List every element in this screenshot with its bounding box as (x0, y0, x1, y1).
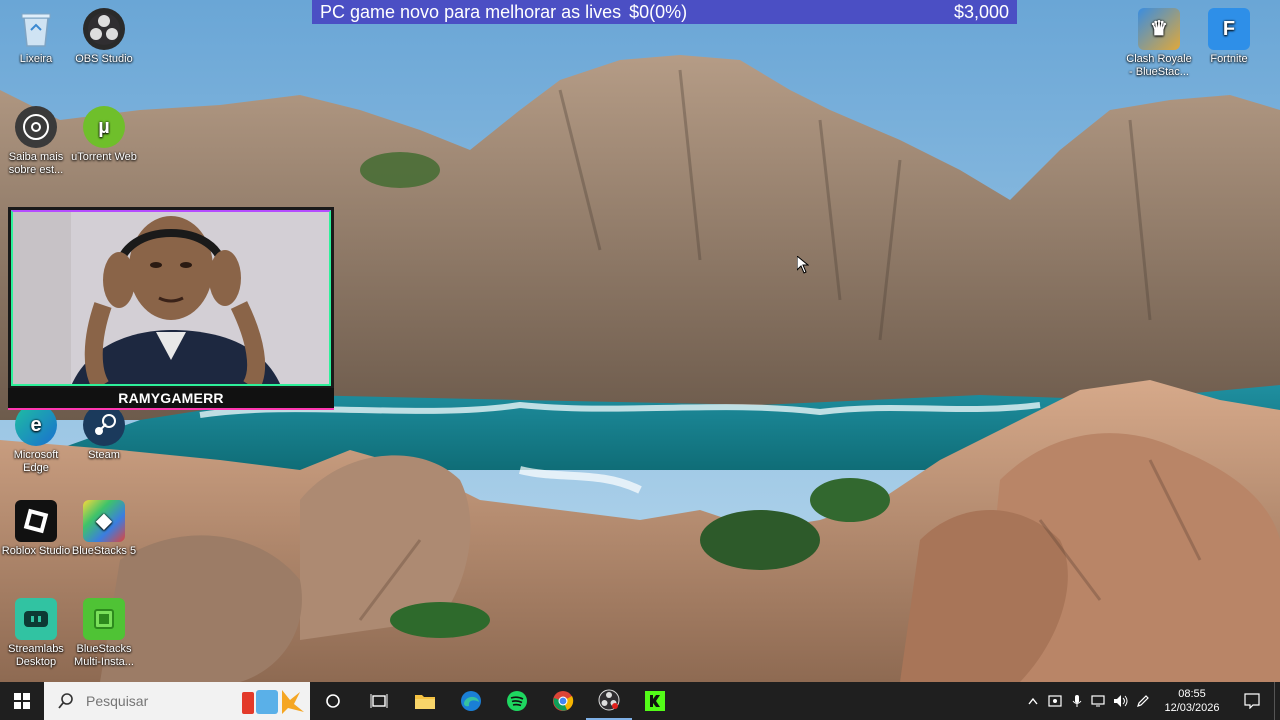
taskbar: 08:55 12/03/2026 (0, 682, 1280, 720)
steam-icon (83, 404, 125, 446)
start-button[interactable] (0, 682, 44, 720)
desktop-icon-edge[interactable]: e Microsoft Edge (0, 404, 72, 475)
taskbar-kick[interactable] (632, 682, 678, 720)
donation-goal-bar: PC game novo para melhorar as lives $0(0… (312, 0, 1017, 24)
desktop-icon-label: uTorrent Web (71, 151, 137, 163)
taskbar-clock[interactable]: 08:55 12/03/2026 (1154, 687, 1230, 715)
desktop-icon-label: Clash Royale - BlueStac... (1126, 53, 1192, 78)
recycle-bin-icon (15, 8, 57, 50)
search-highlight-icon (242, 690, 304, 714)
network-icon (1091, 695, 1105, 707)
show-desktop-button[interactable] (1274, 682, 1280, 720)
clock-time: 08:55 (1178, 688, 1206, 700)
clock-date: 12/03/2026 (1164, 702, 1220, 714)
tray-pen[interactable] (1132, 682, 1154, 720)
pen-icon (1137, 695, 1149, 707)
desktop-icon-bluestacks[interactable]: ◆ BlueStacks 5 (68, 500, 140, 558)
edge-icon: e (15, 404, 57, 446)
search-input[interactable] (84, 692, 208, 710)
desktop-icon-streamlabs[interactable]: Streamlabs Desktop (0, 598, 72, 669)
desktop-icon-label: Steam (88, 449, 120, 461)
webcam-video (8, 207, 334, 389)
streamlabs-icon (15, 598, 57, 640)
obs-icon (83, 8, 125, 50)
desktop-icon-steam[interactable]: Steam (68, 404, 140, 462)
bluestacks-icon: ◆ (83, 500, 125, 542)
taskbar-search-box[interactable] (44, 682, 310, 720)
search-icon (58, 693, 73, 709)
taskbar-chrome[interactable] (540, 682, 586, 720)
tray-volume[interactable] (1110, 682, 1132, 720)
chevron-up-icon (1028, 697, 1038, 705)
kick-icon (645, 691, 665, 711)
edge-icon (461, 691, 481, 711)
windows-icon (14, 693, 30, 709)
tray-network[interactable] (1088, 682, 1110, 720)
desktop-icon-learn-more[interactable]: Saiba mais sobre est... (0, 106, 72, 177)
learn-more-icon (15, 106, 57, 148)
spotify-icon (507, 691, 527, 711)
desktop-icon-roblox-studio[interactable]: Roblox Studio (0, 500, 72, 558)
webcam-overlay: RAMYGAMERR (8, 207, 334, 410)
desktop-icon-label: BlueStacks 5 (71, 545, 137, 557)
fortnite-icon: F (1208, 8, 1250, 50)
volume-icon (1114, 695, 1128, 707)
taskbar-edge[interactable] (448, 682, 494, 720)
taskbar-obs[interactable] (586, 682, 632, 720)
clash-royale-icon: ♛ (1138, 8, 1180, 50)
notification-center-button[interactable] (1230, 682, 1274, 720)
desktop-icon-label: Streamlabs Desktop (8, 643, 64, 668)
desktop-icon-clash-royale[interactable]: ♛ Clash Royale - BlueStac... (1123, 8, 1195, 79)
chrome-icon (553, 691, 574, 711)
taskbar-file-explorer[interactable] (402, 682, 448, 720)
goal-title: PC game novo para melhorar as lives (320, 1, 622, 22)
taskbar-spotify[interactable] (494, 682, 540, 720)
task-view-icon (370, 694, 388, 708)
streamer-figure (11, 210, 331, 386)
screen-capture-icon (1048, 695, 1062, 707)
goal-target: $3,000 (953, 1, 1009, 22)
task-view-button[interactable] (356, 682, 402, 720)
tray-overflow-button[interactable] (1022, 682, 1044, 720)
desktop-icon-label: Microsoft Edge (13, 449, 59, 474)
desktop-icon-label: BlueStacks Multi-Insta... (74, 643, 134, 668)
tray-microphone[interactable] (1066, 682, 1088, 720)
desktop-icon-label: Fortnite (1210, 53, 1248, 65)
goal-progress: $0(0%) (629, 1, 688, 22)
system-tray: 08:55 12/03/2026 (1022, 682, 1280, 720)
tray-capture[interactable] (1044, 682, 1066, 720)
desktop-icon-label: Roblox Studio (1, 545, 71, 557)
cortana-button[interactable] (310, 682, 356, 720)
bluestacks-multi-icon (83, 598, 125, 640)
streamer-name: RAMYGAMERR (8, 388, 334, 410)
notification-icon (1244, 693, 1260, 709)
desktop-icon-label: Lixeira (19, 53, 53, 65)
desktop-icon-label: OBS Studio (75, 53, 133, 65)
desktop-icon-fortnite[interactable]: F Fortnite (1193, 8, 1265, 66)
roblox-studio-icon (15, 500, 57, 542)
cortana-icon (326, 694, 340, 708)
desktop-icon-recycle-bin[interactable]: Lixeira (0, 8, 72, 66)
desktop-icon-utorrent[interactable]: µ uTorrent Web (68, 106, 140, 164)
file-explorer-icon (415, 695, 435, 709)
utorrent-icon: µ (83, 106, 125, 148)
desktop-icon-label: Saiba mais sobre est... (8, 151, 64, 176)
desktop-icon-bluestacks-multi[interactable]: BlueStacks Multi-Insta... (68, 598, 140, 669)
obs-icon (598, 689, 620, 711)
mouse-cursor-icon (796, 254, 810, 279)
microphone-icon (1072, 695, 1082, 707)
desktop-icon-obs[interactable]: OBS Studio (68, 8, 140, 66)
